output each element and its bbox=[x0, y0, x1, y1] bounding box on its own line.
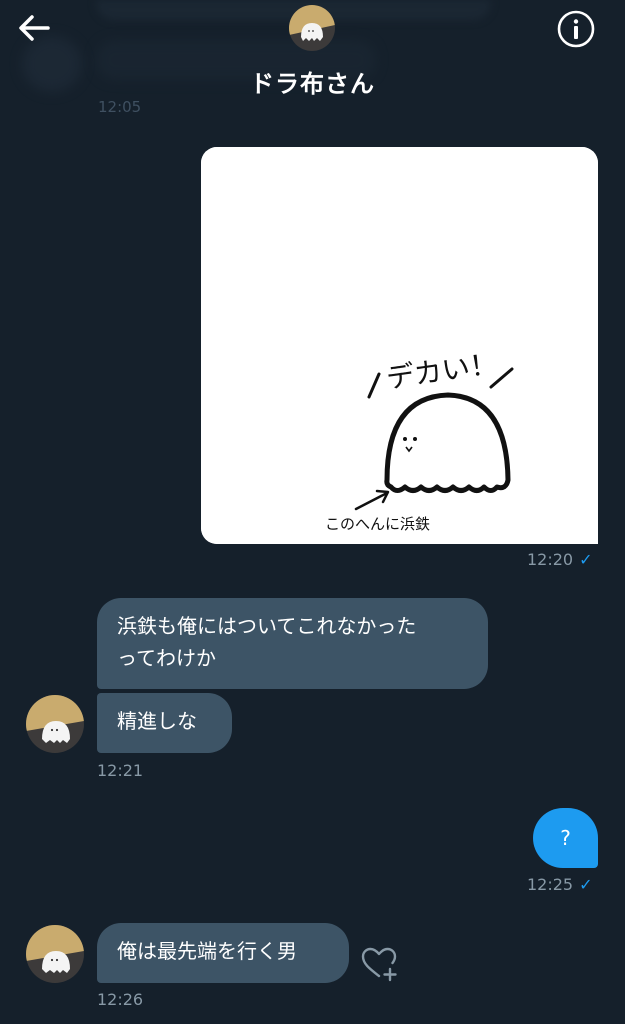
drawing-text-bottom: このへんに浜鉄 bbox=[325, 515, 430, 533]
avatar-image bbox=[26, 925, 84, 983]
back-button[interactable] bbox=[14, 10, 54, 46]
check-icon: ✓ bbox=[579, 875, 593, 894]
avatar-image bbox=[289, 5, 335, 51]
outgoing-message-bubble[interactable]: ? bbox=[533, 808, 598, 868]
info-icon bbox=[557, 10, 595, 48]
info-button[interactable] bbox=[555, 8, 597, 50]
message-text: 俺は最先端を行く男 bbox=[117, 939, 297, 963]
message-text: ? bbox=[560, 826, 571, 850]
ghost-drawing-image: デカい！ このへんに浜鉄 bbox=[201, 147, 598, 544]
arrow-left-icon bbox=[19, 15, 50, 41]
message-text-line: 浜鉄も俺にはついてこれなかった bbox=[117, 614, 417, 638]
message-timestamp: 12:20 bbox=[527, 550, 574, 569]
message-text-line: ってわけか bbox=[117, 646, 216, 670]
incoming-message-bubble[interactable]: 浜鉄も俺にはついてこれなかった ってわけか bbox=[97, 598, 488, 689]
message-text: 精進しな bbox=[117, 709, 197, 733]
conversation-title[interactable]: ドラ布さん bbox=[0, 64, 625, 99]
blurred-previous-timestamp: 12:05 bbox=[98, 98, 142, 116]
outgoing-message-meta: 12:25 ✓ bbox=[527, 875, 593, 894]
sender-avatar[interactable] bbox=[26, 925, 84, 983]
avatar-image bbox=[26, 695, 84, 753]
react-button[interactable] bbox=[360, 943, 400, 983]
heart-plus-icon bbox=[361, 947, 397, 982]
header-avatar[interactable] bbox=[289, 5, 335, 51]
incoming-message-bubble[interactable]: 精進しな bbox=[97, 693, 232, 753]
incoming-message-bubble[interactable]: 俺は最先端を行く男 bbox=[97, 923, 349, 983]
sender-avatar[interactable] bbox=[26, 695, 84, 753]
message-timestamp: 12:21 bbox=[97, 761, 144, 780]
image-message[interactable]: デカい！ このへんに浜鉄 bbox=[201, 147, 598, 544]
message-timestamp: 12:26 bbox=[97, 990, 144, 1009]
check-icon: ✓ bbox=[579, 550, 593, 569]
message-timestamp: 12:25 bbox=[527, 875, 574, 894]
image-message-meta: 12:20 ✓ bbox=[527, 550, 593, 569]
